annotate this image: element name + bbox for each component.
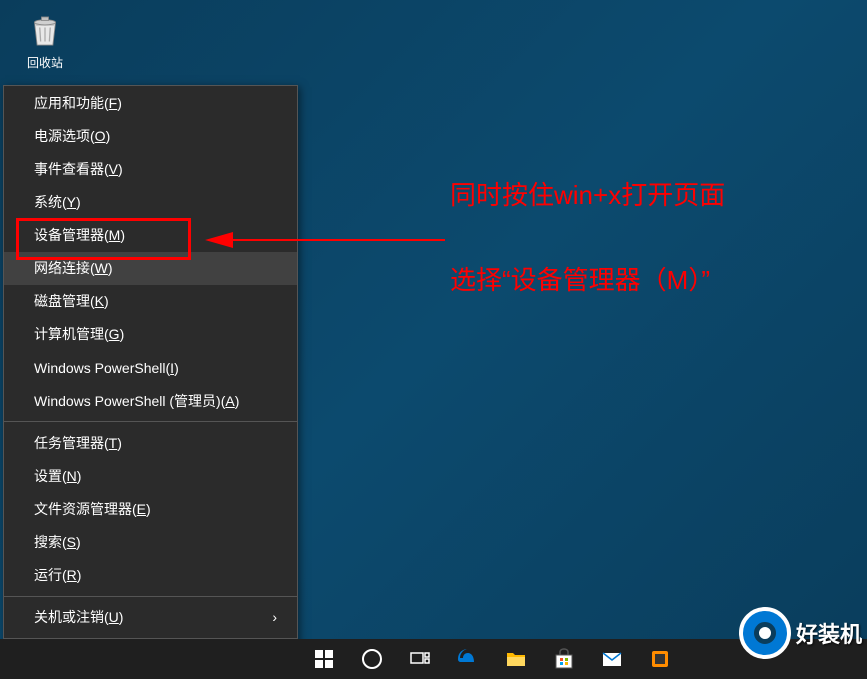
winx-power-menu: 应用和功能(F) 电源选项(O) 事件查看器(V) 系统(Y) 设备管理器(M)… — [3, 85, 298, 677]
watermark-logo-icon — [739, 607, 791, 659]
taskbar-cortana[interactable] — [348, 639, 396, 679]
cortana-circle-icon — [360, 647, 384, 671]
watermark-text: 好装机 — [796, 617, 862, 649]
menu-powershell-admin[interactable]: Windows PowerShell (管理员)(A) — [4, 384, 297, 417]
menu-computer-management[interactable]: 计算机管理(G) — [4, 318, 297, 351]
start-button[interactable] — [300, 639, 348, 679]
recycle-bin-label: 回收站 — [15, 54, 75, 71]
menu-search[interactable]: 搜索(S) — [4, 526, 297, 559]
recycle-bin-icon — [24, 10, 66, 52]
folder-icon — [504, 647, 528, 671]
taskbar — [0, 639, 867, 679]
edge-icon — [456, 647, 480, 671]
menu-device-manager[interactable]: 设备管理器(M) — [4, 219, 297, 252]
taskbar-edge[interactable] — [444, 639, 492, 679]
menu-separator-1 — [4, 421, 297, 422]
store-icon — [552, 647, 576, 671]
taskview-icon — [408, 647, 432, 671]
taskbar-file-explorer[interactable] — [492, 639, 540, 679]
menu-event-viewer[interactable]: 事件查看器(V) — [4, 152, 297, 185]
recycle-bin-desktop-icon[interactable]: 回收站 — [15, 10, 75, 71]
menu-run[interactable]: 运行(R) — [4, 559, 297, 592]
app-icon — [648, 647, 672, 671]
menu-task-manager[interactable]: 任务管理器(T) — [4, 426, 297, 459]
mail-icon — [600, 647, 624, 671]
menu-powershell[interactable]: Windows PowerShell(I) — [4, 351, 297, 384]
menu-file-explorer[interactable]: 文件资源管理器(E) — [4, 492, 297, 525]
menu-settings[interactable]: 设置(N) — [4, 459, 297, 492]
menu-disk-management[interactable]: 磁盘管理(K) — [4, 285, 297, 318]
menu-system[interactable]: 系统(Y) — [4, 185, 297, 218]
taskbar-mail[interactable] — [588, 639, 636, 679]
taskbar-app[interactable] — [636, 639, 684, 679]
menu-separator-2 — [4, 596, 297, 597]
menu-apps-features[interactable]: 应用和功能(F) — [4, 86, 297, 119]
annotation-text-2: 选择“设备管理器（M）” — [450, 260, 710, 297]
taskbar-store[interactable] — [540, 639, 588, 679]
annotation-text-1: 同时按住win+x打开页面 — [450, 175, 725, 212]
watermark: 好装机 — [739, 607, 862, 659]
windows-logo-icon — [315, 650, 333, 668]
taskbar-taskview[interactable] — [396, 639, 444, 679]
menu-power-options[interactable]: 电源选项(O) — [4, 119, 297, 152]
menu-shutdown-signout[interactable]: 关机或注销(U) › — [4, 601, 297, 634]
menu-network-connections[interactable]: 网络连接(W) — [4, 252, 297, 285]
chevron-right-icon: › — [272, 609, 277, 625]
